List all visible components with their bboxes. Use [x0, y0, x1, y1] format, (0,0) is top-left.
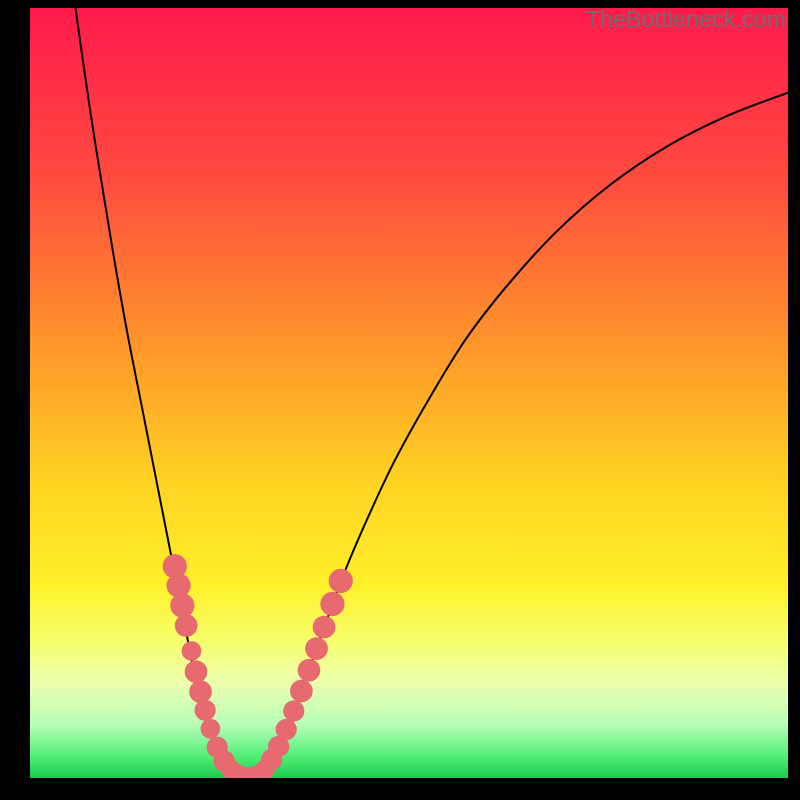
cluster-point: [189, 680, 212, 703]
cluster-point: [170, 593, 194, 617]
cluster-point: [175, 614, 198, 637]
cluster-point: [320, 592, 344, 616]
cluster-point: [185, 660, 208, 683]
cluster-point: [182, 641, 202, 661]
gradient-background: [30, 8, 788, 778]
cluster-point: [276, 719, 297, 740]
cluster-point: [329, 569, 353, 593]
cluster-point: [290, 680, 313, 703]
chart-frame: [30, 8, 788, 778]
cluster-point: [201, 719, 221, 739]
cluster-point: [283, 700, 304, 721]
cluster-point: [194, 700, 215, 721]
chart-svg: [30, 8, 788, 778]
cluster-point: [313, 616, 336, 639]
watermark-label: TheBottleneck.com: [586, 6, 786, 33]
cluster-point: [298, 659, 321, 682]
cluster-point: [305, 637, 328, 660]
cluster-point: [166, 573, 190, 597]
